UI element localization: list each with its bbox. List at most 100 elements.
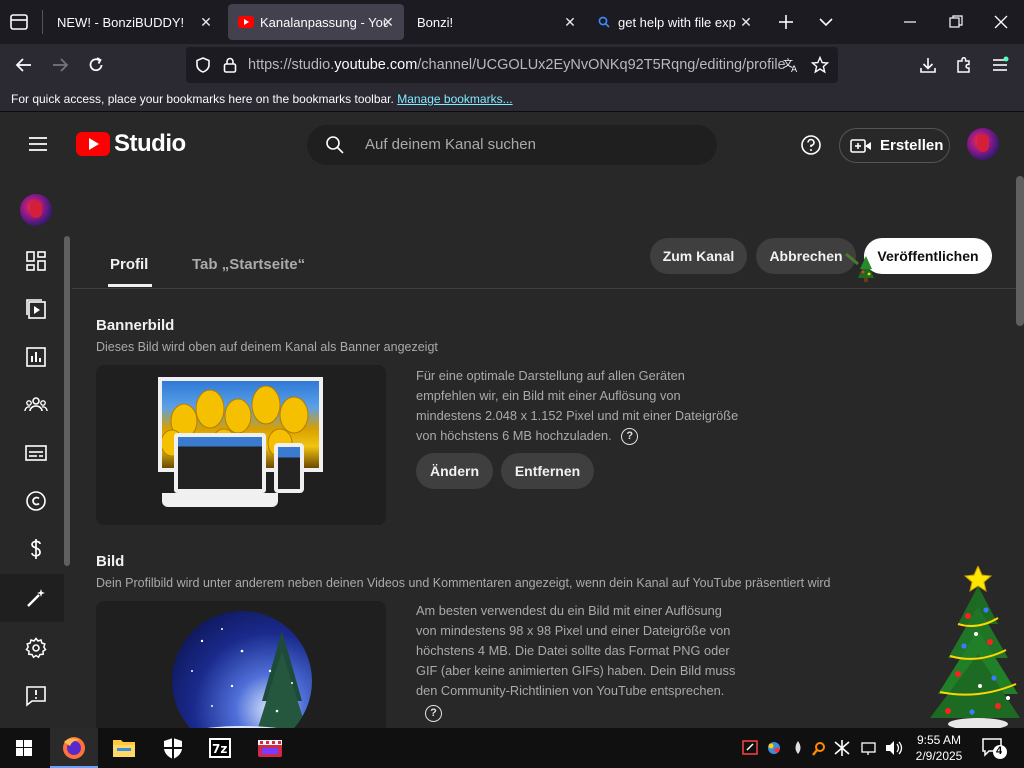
active-tab-indicator bbox=[108, 284, 152, 287]
channel-search-bar[interactable]: Auf deinem Kanal suchen bbox=[307, 125, 717, 165]
feedback-icon[interactable] bbox=[24, 684, 48, 708]
manage-bookmarks-link[interactable]: Manage bookmarks... bbox=[397, 92, 512, 106]
channel-avatar[interactable] bbox=[20, 194, 52, 226]
customization-nav-item[interactable] bbox=[0, 574, 64, 622]
browser-nav-bar: https://studio.youtube.com/channel/UCGOL… bbox=[0, 44, 1024, 86]
picture-help-icon[interactable]: ? bbox=[425, 705, 442, 723]
tab-close-icon[interactable]: ✕ bbox=[738, 14, 754, 30]
bookmarks-toolbar: For quick access, place your bookmarks h… bbox=[0, 86, 1024, 112]
change-banner-button[interactable]: Ändern bbox=[416, 453, 493, 489]
picture-section-title: Bild bbox=[96, 553, 125, 570]
subtitles-icon[interactable] bbox=[24, 441, 48, 465]
help-icon[interactable] bbox=[800, 134, 822, 156]
tab-close-icon[interactable]: ✕ bbox=[198, 14, 214, 30]
search-icon bbox=[325, 135, 345, 155]
banner-info-line: von höchstens 6 MB hochzuladen. bbox=[416, 428, 612, 443]
remove-banner-button[interactable]: Entfernen bbox=[501, 453, 594, 489]
to-channel-button[interactable]: Zum Kanal bbox=[650, 238, 747, 274]
window-restore-icon[interactable] bbox=[946, 12, 966, 32]
app-menu-hamburger-icon[interactable] bbox=[990, 55, 1010, 75]
sidebar-scrollbar[interactable] bbox=[64, 236, 70, 566]
svg-text:7z: 7z bbox=[212, 742, 227, 756]
firefox-icon[interactable] bbox=[50, 728, 98, 768]
windows-security-icon[interactable] bbox=[149, 728, 197, 768]
window-minimize-icon[interactable] bbox=[900, 12, 920, 32]
studio-header: Studio Auf deinem Kanal suchen Erstellen bbox=[0, 112, 1024, 176]
settings-gear-icon[interactable] bbox=[24, 636, 48, 660]
banner-info-line: empfehlen wir, ein Bild mit einer Auflös… bbox=[416, 388, 681, 403]
window-close-icon[interactable] bbox=[991, 12, 1011, 32]
url-bar[interactable]: https://studio.youtube.com/channel/UCGOL… bbox=[186, 47, 838, 83]
publish-button[interactable]: Veröffentlichen bbox=[864, 238, 992, 274]
list-all-tabs-chevron-icon[interactable] bbox=[816, 12, 836, 32]
account-avatar[interactable] bbox=[967, 128, 999, 160]
cancel-button[interactable]: Abbrechen bbox=[756, 238, 856, 274]
svg-text:A: A bbox=[791, 65, 798, 74]
banner-help-icon[interactable]: ? bbox=[621, 428, 639, 446]
tab-close-icon[interactable]: ✕ bbox=[562, 14, 578, 30]
browser-tab-kanalanpassung[interactable]: Kanalanpassung - YouT ✕ bbox=[228, 4, 404, 40]
url-text[interactable]: https://studio.youtube.com/channel/UCGOL… bbox=[248, 57, 786, 73]
windows-taskbar: 7z 9:55 AM 2/9/2025 4 bbox=[0, 728, 1024, 768]
analytics-icon[interactable] bbox=[24, 345, 48, 369]
search-placeholder: Auf deinem Kanal suchen bbox=[365, 136, 536, 153]
tray-icons bbox=[740, 738, 906, 758]
windows-start-icon[interactable] bbox=[0, 728, 48, 768]
youtube-logo-icon bbox=[76, 132, 110, 156]
laptop-screen-preview bbox=[174, 433, 266, 493]
back-arrow-icon[interactable] bbox=[14, 55, 34, 75]
clock-date: 2/9/2025 bbox=[915, 749, 963, 763]
bookmarks-hint-text: For quick access, place your bookmarks h… bbox=[11, 92, 394, 106]
create-button[interactable]: Erstellen bbox=[839, 128, 950, 163]
notification-count-badge: 4 bbox=[996, 745, 1003, 757]
phone-preview bbox=[274, 443, 304, 493]
picture-info-line: Am besten verwendest du ein Bild mit ein… bbox=[416, 603, 722, 618]
main-scrollbar[interactable] bbox=[1016, 176, 1024, 326]
tab-list-icon[interactable] bbox=[8, 12, 30, 32]
extensions-puzzle-icon[interactable] bbox=[954, 55, 974, 75]
laptop-base bbox=[162, 493, 278, 507]
tab-close-icon[interactable]: ✕ bbox=[380, 14, 396, 30]
browser-tab-bonzi[interactable]: Bonzi! ✕ bbox=[410, 0, 586, 44]
new-tab-plus-icon[interactable] bbox=[776, 12, 796, 32]
banner-section-title: Bannerbild bbox=[96, 317, 175, 334]
translate-icon[interactable]: 文A bbox=[782, 56, 800, 74]
search-icon bbox=[598, 16, 610, 28]
7zip-icon[interactable]: 7z bbox=[197, 728, 245, 768]
tracking-protection-shield-icon[interactable] bbox=[194, 56, 212, 74]
community-icon[interactable] bbox=[24, 393, 48, 417]
downloads-icon[interactable] bbox=[918, 55, 938, 75]
customization-main: Profil Tab „Startseite“ Zum Kanal Abbrec… bbox=[72, 176, 1024, 728]
christmas-tree-decoration bbox=[928, 566, 1022, 728]
browser-tab-bonzibuddy[interactable]: NEW! - BonziBUDDY! ✕ bbox=[46, 0, 222, 44]
tab-title: NEW! - BonziBUDDY! bbox=[57, 14, 185, 30]
tab-profil[interactable]: Profil bbox=[110, 256, 148, 273]
tab-separator bbox=[42, 10, 43, 34]
create-video-icon bbox=[850, 137, 872, 155]
browser-tab-get-help[interactable]: get help with file explo ✕ bbox=[592, 0, 762, 44]
reload-icon[interactable] bbox=[86, 55, 106, 75]
file-explorer-icon[interactable] bbox=[100, 728, 148, 768]
content-icon[interactable] bbox=[24, 297, 48, 321]
lock-icon[interactable] bbox=[222, 56, 238, 74]
tab-title: Bonzi! bbox=[417, 14, 454, 30]
studio-logo-text: Studio bbox=[114, 130, 186, 157]
studio-logo[interactable]: Studio bbox=[76, 130, 186, 160]
forward-arrow-icon[interactable] bbox=[50, 55, 70, 75]
tab-title: Kanalanpassung - YouT bbox=[260, 14, 388, 30]
taskbar-clock[interactable]: 9:55 AM 2/9/2025 bbox=[904, 732, 974, 764]
movie-maker-icon[interactable] bbox=[246, 728, 294, 768]
create-button-label: Erstellen bbox=[880, 137, 944, 154]
magic-wand-icon bbox=[24, 586, 48, 610]
tabs-divider bbox=[72, 288, 1024, 289]
profile-picture-preview bbox=[96, 601, 386, 728]
guide-menu-icon[interactable] bbox=[27, 134, 49, 154]
notification-center-icon[interactable]: 4 bbox=[980, 736, 1008, 760]
banner-section-description: Dieses Bild wird oben auf deinem Kanal a… bbox=[96, 340, 438, 354]
copyright-icon[interactable] bbox=[24, 489, 48, 513]
christmas-tree-cursor-icon bbox=[844, 252, 878, 286]
bookmark-star-icon[interactable] bbox=[811, 56, 829, 74]
tab-startseite[interactable]: Tab „Startseite“ bbox=[192, 256, 305, 273]
monetization-icon[interactable] bbox=[24, 537, 48, 561]
dashboard-icon[interactable] bbox=[24, 249, 48, 273]
